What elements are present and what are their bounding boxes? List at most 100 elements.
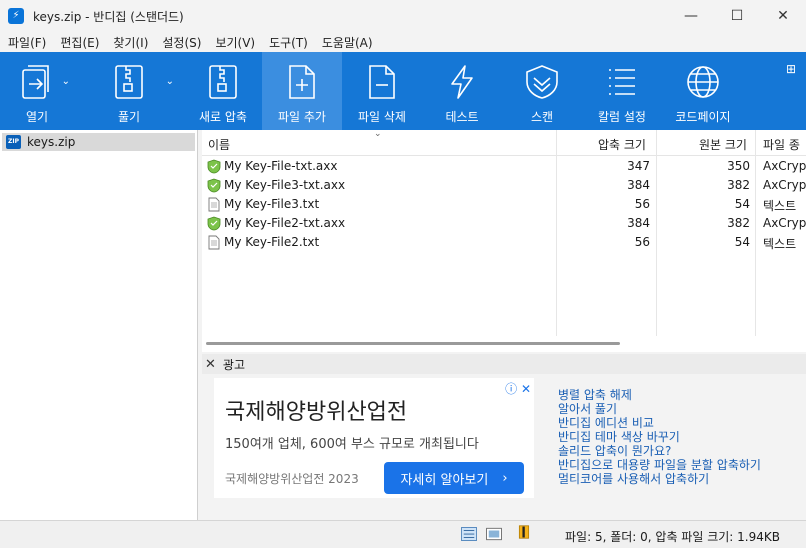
maximize-button[interactable]: ☐ xyxy=(714,0,760,32)
delete-file-label: 파일 삭제 xyxy=(358,110,406,124)
column-header-type[interactable]: 파일 종 xyxy=(763,136,800,153)
help-link[interactable]: 솔리드 압축이 뭔가요? xyxy=(558,444,761,458)
ad-panel: ⓘ ✕ 국제해양방위산업전 150여개 업체, 600여 부스 규모로 개최됩니… xyxy=(202,374,806,520)
close-button[interactable]: ✕ xyxy=(760,0,806,32)
column-header-packed[interactable]: 압축 크기 xyxy=(598,136,646,153)
bandizip-app-icon: ⚡ xyxy=(8,8,24,24)
status-text: 파일: 5, 폴더: 0, 압축 파일 크기: 1.94KB xyxy=(565,530,780,544)
ad-body-text: 150여개 업체, 600여 부스 규모로 개최됩니다 xyxy=(225,437,479,452)
help-links: 병렬 압축 해제 알아서 풀기 반디집 에디션 비교 반디집 테마 색상 바꾸기… xyxy=(558,388,761,486)
table-row[interactable]: My Key-File2-txt.axx 384 382 AxCrypt xyxy=(202,214,806,233)
column-settings-label: 칼럼 설정 xyxy=(598,110,646,124)
ad-panel-header: ✕ 광고 xyxy=(202,354,806,374)
window-title: keys.zip - 반디집 (스탠더드) xyxy=(33,9,184,24)
scan-button[interactable]: 스캔 xyxy=(502,52,582,130)
ad-panel-title: 광고 xyxy=(222,357,245,372)
text-file-icon xyxy=(208,197,220,212)
packed-size: 56 xyxy=(634,235,650,249)
ad-cta-button[interactable]: 자세히 알아보기 › xyxy=(384,462,524,494)
tree-item-label: keys.zip xyxy=(27,135,76,149)
file-name: My Key-File3-txt.axx xyxy=(224,178,346,192)
file-type: 텍스트 xyxy=(763,199,797,213)
globe-icon xyxy=(685,64,721,100)
new-archive-icon xyxy=(206,64,240,100)
delete-file-button[interactable]: 파일 삭제 xyxy=(342,52,422,130)
thumbnail-view-icon[interactable] xyxy=(485,527,503,541)
add-file-icon xyxy=(285,64,319,100)
original-size: 382 xyxy=(727,216,750,230)
file-name: My Key-File2.txt xyxy=(224,235,320,249)
chevron-right-icon: › xyxy=(502,470,508,486)
help-link[interactable]: 반디집으로 대용량 파일을 분할 압축하기 xyxy=(558,458,761,472)
original-size: 54 xyxy=(734,197,750,211)
original-size: 382 xyxy=(727,178,750,192)
ad-headline: 국제해양방위산업전 xyxy=(225,400,408,425)
delete-file-icon xyxy=(365,64,399,100)
tree-item-root[interactable]: ZIP keys.zip xyxy=(2,133,195,151)
file-type: AxCrypt xyxy=(763,159,806,173)
ad-brand: 국제해양방위산업전 2023 xyxy=(225,472,359,486)
codepage-button[interactable]: 코드페이지 xyxy=(662,52,744,130)
file-list: 이름 ⌄ 압축 크기 원본 크기 파일 종 My Key-File-txt.ax… xyxy=(202,129,806,352)
zip-archive-icon: ZIP xyxy=(6,135,21,149)
ad-cta-label: 자세히 알아보기 xyxy=(400,472,489,488)
column-header-size[interactable]: 원본 크기 xyxy=(699,136,747,153)
scan-label: 스캔 xyxy=(530,110,554,124)
new-archive-button[interactable]: 새로 압축 xyxy=(184,52,262,130)
new-archive-label: 새로 압축 xyxy=(199,110,247,124)
shield-scan-icon xyxy=(523,64,561,100)
file-type: AxCrypt xyxy=(763,178,806,192)
table-row[interactable]: My Key-File2.txt 56 54 텍스트 xyxy=(202,233,806,252)
menu-tools[interactable]: 도구(T) xyxy=(263,34,314,51)
test-label: 테스트 xyxy=(445,110,479,124)
menu-view[interactable]: 보기(V) xyxy=(209,34,261,51)
ad-banner[interactable]: ⓘ ✕ 국제해양방위산업전 150여개 업체, 600여 부스 규모로 개최됩니… xyxy=(214,378,534,498)
open-archive-icon xyxy=(20,64,54,100)
column-settings-button[interactable]: 칼럼 설정 xyxy=(582,52,662,130)
shield-icon xyxy=(207,159,221,174)
original-size: 54 xyxy=(734,235,750,249)
text-file-icon xyxy=(208,235,220,250)
column-header-name[interactable]: 이름 xyxy=(208,136,230,153)
folder-tree: ZIP keys.zip xyxy=(0,130,198,520)
packed-size: 384 xyxy=(627,178,650,192)
table-row[interactable]: My Key-File3.txt 56 54 텍스트 xyxy=(202,195,806,214)
extract-button[interactable]: 풀기 ⌄ xyxy=(74,52,184,130)
file-name: My Key-File2-txt.axx xyxy=(224,216,346,230)
menu-settings[interactable]: 설정(S) xyxy=(156,34,207,51)
toolbar: 열기 ⌄ 풀기 ⌄ 새로 압축 파일 추가 파일 삭제 테스트 스캔 칼럼 설정… xyxy=(0,52,806,130)
help-link[interactable]: 알아서 풀기 xyxy=(558,402,761,416)
file-name: My Key-File3.txt xyxy=(224,197,320,211)
title-bar: ⚡ keys.zip - 반디집 (스탠더드) — ☐ ✕ xyxy=(0,0,806,32)
test-button[interactable]: 테스트 xyxy=(422,52,502,130)
minimize-button[interactable]: — xyxy=(668,0,714,32)
help-link[interactable]: 멀티코어를 사용해서 압축하기 xyxy=(558,472,761,486)
open-dropdown-icon[interactable]: ⌄ xyxy=(62,76,70,87)
file-list-header: 이름 ⌄ 압축 크기 원본 크기 파일 종 xyxy=(202,129,806,156)
menu-find[interactable]: 찾기(I) xyxy=(107,34,154,51)
open-button[interactable]: 열기 ⌄ xyxy=(0,52,74,130)
status-bar: 파일: 5, 폴더: 0, 압축 파일 크기: 1.94KB xyxy=(0,520,806,548)
help-link[interactable]: 반디집 에디션 비교 xyxy=(558,416,761,430)
add-file-button[interactable]: 파일 추가 xyxy=(262,52,342,130)
horizontal-scrollbar[interactable] xyxy=(206,342,620,345)
help-link[interactable]: 반디집 테마 색상 바꾸기 xyxy=(558,430,761,444)
close-ad-icon[interactable]: ✕ xyxy=(205,357,216,372)
menu-help[interactable]: 도움말(A) xyxy=(316,34,379,51)
menu-file[interactable]: 파일(F) xyxy=(2,34,52,51)
menu-bar: 파일(F) 편집(E) 찾기(I) 설정(S) 보기(V) 도구(T) 도움말(… xyxy=(0,32,806,52)
packed-size: 56 xyxy=(634,197,650,211)
layout-grid-icon[interactable]: ⊞ xyxy=(786,62,796,76)
original-size: 350 xyxy=(727,159,750,173)
table-row[interactable]: My Key-File-txt.axx 347 350 AxCrypt xyxy=(202,157,806,176)
menu-edit[interactable]: 편집(E) xyxy=(54,34,105,51)
details-view-icon[interactable] xyxy=(460,527,478,541)
ad-info-icon[interactable]: ⓘ ✕ xyxy=(505,380,531,397)
window-controls: — ☐ ✕ xyxy=(668,0,806,32)
add-file-label: 파일 추가 xyxy=(278,110,326,124)
table-row[interactable]: My Key-File3-txt.axx 384 382 AxCrypt xyxy=(202,176,806,195)
extract-dropdown-icon[interactable]: ⌄ xyxy=(166,76,174,87)
archive-icon[interactable] xyxy=(515,525,533,539)
help-link[interactable]: 병렬 압축 해제 xyxy=(558,388,761,402)
open-label: 열기 xyxy=(25,110,49,124)
